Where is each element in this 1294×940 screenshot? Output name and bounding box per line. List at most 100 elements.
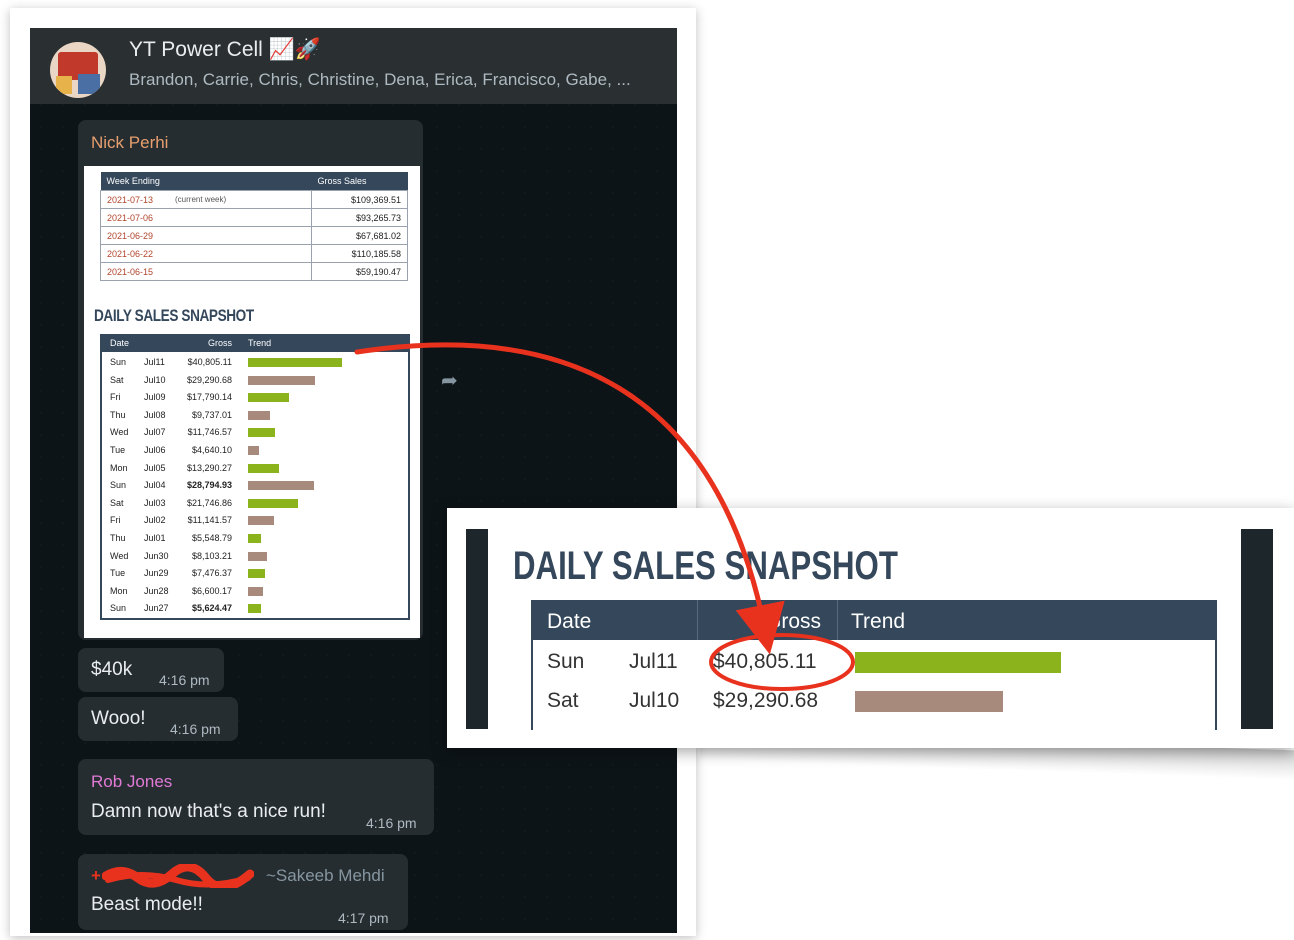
row-day: Sat [547, 689, 579, 712]
row-day: Sun [110, 603, 127, 614]
row-gross: $40,805.11 [713, 650, 817, 673]
message-bubble[interactable]: Rob Jones Damn now that's a nice run! 4:… [78, 759, 434, 835]
row-day: Sat [110, 374, 124, 385]
trend-bar [248, 428, 276, 438]
screenshot-frame: YT Power Cell 📈🚀 Brandon, Carrie, Chris,… [10, 8, 696, 936]
row-day: Sat [110, 497, 124, 508]
trend-bar [248, 569, 266, 579]
message-time: 4:16 pm [352, 618, 403, 634]
trend-bar [248, 498, 299, 508]
chat-window: YT Power Cell 📈🚀 Brandon, Carrie, Chris,… [30, 28, 677, 933]
row-day: Tue [110, 445, 126, 455]
week-date: 2021-06-15 [100, 262, 169, 281]
row-day: Sun [110, 357, 127, 367]
row-day: Fri [110, 515, 121, 526]
trend-bar [248, 551, 267, 561]
column-header-gross-sales: Gross Sales [311, 172, 408, 191]
zoom-header-trend: Trend [851, 610, 906, 633]
daily-table-header: Date Gross Trend [102, 334, 408, 352]
row-date: Jul11 [629, 650, 678, 673]
row-gross: $9,737.01 [191, 409, 232, 420]
message-sender[interactable]: Rob Jones [91, 772, 172, 792]
table-row: Sat Jul03 $21,746.86 [102, 495, 408, 513]
week-note [169, 208, 312, 227]
row-gross: $11,141.57 [187, 515, 232, 526]
row-date: Jul08 [144, 409, 166, 420]
trend-bar [248, 393, 289, 403]
daily-snapshot-title: DAILY SALES SNAPSHOT [94, 306, 254, 325]
table-row: Sun Jun27 $5,624.47 [102, 600, 408, 618]
zoom-table-header: Date Gross Trend [533, 600, 1215, 640]
row-day: Wed [110, 550, 129, 561]
row-date: Jun29 [144, 568, 169, 579]
row-day: Mon [110, 585, 128, 596]
redacted-phone-prefix: + [91, 866, 101, 885]
table-row: Wed Jul07 $11,746.57 [102, 424, 408, 442]
chat-header[interactable]: YT Power Cell 📈🚀 Brandon, Carrie, Chris,… [30, 28, 677, 104]
column-header-week-ending: Week Ending [100, 172, 312, 191]
week-note [169, 262, 312, 281]
row-date: Jul02 [144, 515, 166, 526]
row-gross: $28,794.93 [186, 480, 232, 491]
week-date: 2021-07-13 [100, 190, 169, 209]
message-bubble[interactable]: $40k 4:16 pm [78, 648, 224, 692]
row-date: Jul11 [144, 357, 165, 367]
message-text: Damn now that's a nice run! [91, 801, 326, 822]
week-gross: $93,265.73 [311, 208, 408, 227]
trend-bar [248, 463, 279, 473]
row-day: Wed [110, 427, 129, 438]
message-sender[interactable]: Nick Perhi [91, 133, 168, 153]
row-day: Thu [110, 409, 126, 420]
week-gross: $67,681.02 [311, 226, 408, 245]
row-day: Sun [110, 480, 127, 491]
week-date: 2021-07-06 [100, 208, 169, 227]
trend-bar [248, 358, 342, 367]
row-gross: $29,290.68 [713, 689, 819, 712]
sender-display-name: ~Sakeeb Mehdi [266, 866, 385, 885]
sales-report-image[interactable]: Week Ending Gross Sales 2021-07-13 (curre… [84, 166, 420, 638]
row-date: Jul01 [144, 533, 166, 543]
message-bubble[interactable]: + ~Sakeeb Mehdi Beast mode!! 4:17 pm [78, 854, 408, 930]
table-row: Thu Jul01 $5,548.79 [102, 530, 408, 548]
group-avatar[interactable] [50, 42, 106, 98]
header-divider [697, 600, 698, 640]
trend-bar [248, 481, 315, 491]
message-bubble[interactable]: Wooo! 4:16 pm [78, 697, 238, 741]
callout-edge [1241, 529, 1273, 729]
trend-bar [248, 516, 274, 526]
row-gross: $6,600.17 [191, 585, 232, 596]
row-gross: $5,624.47 [191, 603, 232, 614]
table-row: 2021-07-06 $93,265.73 [100, 208, 408, 227]
week-gross: $110,185.58 [311, 244, 408, 263]
week-date: 2021-06-29 [100, 226, 169, 245]
week-gross: $59,190.47 [311, 262, 408, 281]
row-gross: $7,476.37 [191, 568, 232, 579]
table-row: Tue Jul06 $4,640.10 [102, 442, 408, 460]
table-row: Sat Jul10 $29,290.68 [533, 683, 1215, 721]
trend-bar [855, 691, 1003, 712]
table-row: Mon Jul05 $13,290.27 [102, 460, 408, 478]
table-row: 2021-06-15 $59,190.47 [100, 262, 408, 281]
table-row: Sun Jul11 $40,805.11 [533, 644, 1215, 682]
message-text: $40k [91, 659, 133, 680]
row-day: Thu [110, 533, 126, 543]
table-row: Wed Jun30 $8,103.21 [102, 548, 408, 566]
trend-bar [248, 586, 264, 596]
trend-bar [248, 446, 259, 455]
row-date: Jul09 [144, 392, 166, 403]
forward-icon[interactable]: ➦ [441, 368, 458, 393]
table-row: 2021-06-22 $110,185.58 [100, 244, 408, 263]
row-gross: $29,290.68 [186, 374, 232, 385]
row-date: Jun30 [144, 550, 169, 561]
avatar-shape [56, 76, 72, 94]
chat-members: Brandon, Carrie, Chris, Christine, Dena,… [129, 70, 631, 89]
zoom-snapshot-title: DAILY SALES SNAPSHOT [513, 544, 898, 588]
row-gross: $17,790.14 [186, 392, 232, 403]
week-note: (current week) [169, 190, 312, 209]
header-divider [837, 600, 838, 640]
callout-edge [466, 529, 488, 729]
row-gross: $5,548.79 [191, 533, 232, 543]
message-text: Beast mode!! [91, 894, 203, 915]
row-date: Jun28 [144, 585, 169, 596]
trend-bar [248, 604, 261, 614]
